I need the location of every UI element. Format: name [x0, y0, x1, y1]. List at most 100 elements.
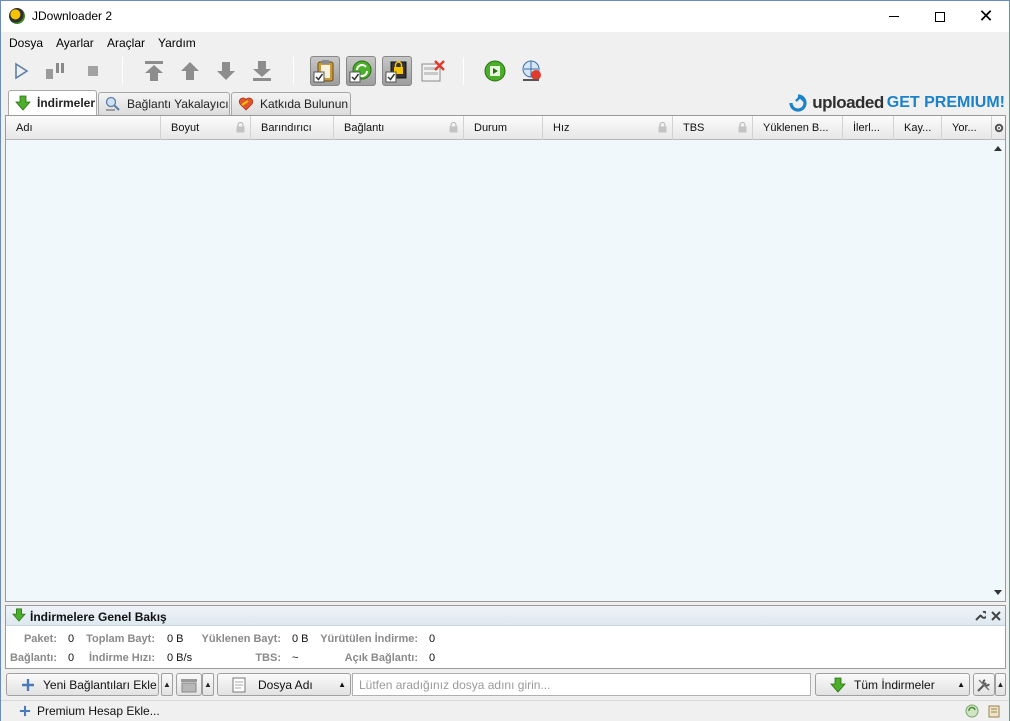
move-top-icon	[145, 61, 163, 81]
play-icon	[15, 62, 29, 80]
menu-dosya[interactable]: Dosya	[9, 36, 43, 50]
clipboard-observer-toggle[interactable]	[310, 56, 340, 86]
add-premium-account-link[interactable]: Premium Hesap Ekle...	[19, 704, 160, 718]
add-account-icon	[19, 705, 31, 717]
overview-label: Paket:	[23, 633, 57, 645]
app-window: JDownloader 2 ✕ Dosya Ayarlar Araçlar Ya…	[0, 0, 1010, 721]
add-new-links-button[interactable]: Yeni Bağlantıları Ekle	[6, 673, 159, 696]
premium-banner[interactable]: uploaded GET PREMIUM!	[787, 92, 1005, 114]
overview-label: Açık Bağlantı:	[344, 652, 418, 664]
column-source[interactable]: Kay...	[894, 116, 942, 140]
bottom-bar: Yeni Bağlantıları Ekle ▲ ▲ Dosya Adı ▲ T…	[1, 671, 1009, 699]
move-down-button[interactable]	[211, 56, 241, 86]
jdownloader-logo-icon	[9, 8, 25, 24]
reconnect-button[interactable]	[516, 56, 546, 86]
tab-contribute[interactable]: Katkıda Bulunun	[231, 92, 351, 115]
trash-icon	[181, 678, 197, 692]
column-status[interactable]: Durum	[464, 116, 543, 140]
add-links-menu-arrow[interactable]: ▲	[161, 673, 173, 696]
toolbar-separator	[122, 57, 123, 85]
view-filter-select[interactable]: Tüm İndirmeler ▲	[815, 673, 970, 696]
add-premium-account-label: Premium Hesap Ekle...	[37, 704, 160, 718]
tab-linkgrabber[interactable]: Bağlantı Yakalayıcı	[98, 92, 230, 115]
minimize-icon	[889, 16, 899, 17]
gear-icon	[994, 123, 1004, 133]
minimize-button[interactable]	[871, 1, 917, 32]
column-comment[interactable]: Yor...	[942, 116, 992, 140]
pause-downloads-button[interactable]	[40, 56, 70, 86]
column-size[interactable]: Boyut	[161, 116, 251, 140]
close-panel-icon[interactable]	[990, 610, 1002, 622]
update-button[interactable]	[480, 56, 510, 86]
reconnect-icon	[522, 60, 541, 81]
pause-icon	[46, 63, 64, 79]
toolbar-separator	[293, 57, 294, 85]
chevron-up-icon: ▲	[338, 680, 346, 689]
move-to-top-button[interactable]	[139, 56, 169, 86]
toolbar-separator	[463, 57, 464, 85]
chevron-up-icon: ▲	[996, 680, 1005, 689]
reconnect-status-icon[interactable]	[965, 704, 979, 718]
overview-label: Bağlantı:	[9, 652, 57, 664]
download-arrow-icon	[830, 677, 846, 693]
column-hoster[interactable]: Barındırıcı	[251, 116, 334, 140]
menu-ayarlar[interactable]: Ayarlar	[56, 36, 94, 50]
window-title: JDownloader 2	[32, 9, 113, 23]
column-progress[interactable]: İlerl...	[843, 116, 894, 140]
stop-downloads-button[interactable]	[78, 56, 108, 86]
scroll-down-icon[interactable]	[994, 590, 1002, 595]
clipboard-status-icon[interactable]	[987, 704, 1001, 718]
close-button[interactable]: ✕	[963, 1, 1009, 32]
toolbar	[1, 54, 1009, 90]
lock-icon	[658, 122, 667, 133]
start-downloads-button[interactable]	[6, 56, 36, 86]
overview-label: Yüklenen Bayt:	[201, 633, 281, 645]
maximize-icon	[935, 11, 945, 22]
menu-yardim[interactable]: Yardım	[158, 36, 196, 50]
chevron-up-icon: ▲	[957, 680, 965, 689]
tools-icon	[977, 678, 990, 692]
wrench-icon[interactable]	[974, 610, 986, 622]
auto-reconnect-toggle[interactable]	[346, 56, 376, 86]
bottom-settings-button[interactable]	[973, 673, 995, 696]
delete-button[interactable]	[176, 673, 202, 696]
column-connection[interactable]: Bağlantı	[334, 116, 464, 140]
overview-label: TBS:	[255, 652, 281, 664]
tab-downloads[interactable]: İndirmeler	[8, 90, 97, 115]
search-input[interactable]	[352, 673, 811, 696]
search-field-label: Dosya Adı	[258, 677, 313, 692]
move-to-bottom-button[interactable]	[247, 56, 277, 86]
premium-toggle-icon	[385, 61, 407, 83]
clean-up-button[interactable]	[418, 56, 448, 86]
column-name[interactable]: Adı	[6, 116, 161, 140]
overview-value: 0 B/s	[167, 652, 193, 664]
move-bottom-icon	[253, 61, 271, 81]
scroll-up-icon[interactable]	[994, 146, 1002, 151]
status-bar: Premium Hesap Ekle...	[1, 700, 1009, 721]
move-up-button[interactable]	[175, 56, 205, 86]
delete-menu-arrow[interactable]: ▲	[202, 673, 214, 696]
file-icon	[232, 677, 246, 692]
clipboard-observer-icon	[313, 60, 334, 83]
chevron-up-icon: ▲	[163, 680, 171, 689]
vertical-scrollbar[interactable]	[992, 140, 1005, 601]
lock-icon	[449, 122, 458, 133]
bottom-settings-menu-arrow[interactable]: ▲	[995, 673, 1006, 696]
download-arrow-icon	[12, 608, 26, 622]
search-field-select[interactable]: Dosya Adı ▲	[217, 673, 351, 696]
maximize-button[interactable]	[917, 1, 963, 32]
overview-label: Yürütülen İndirme:	[320, 633, 418, 645]
overview-label: Toplam Bayt:	[86, 633, 155, 645]
column-settings-button[interactable]	[992, 116, 1005, 140]
column-speed[interactable]: Hız	[543, 116, 673, 140]
menu-araclar[interactable]: Araçlar	[107, 36, 145, 50]
premium-toggle[interactable]	[382, 56, 412, 86]
table-body[interactable]	[6, 140, 992, 601]
move-up-icon	[181, 62, 199, 80]
lock-icon	[738, 122, 747, 133]
downloads-overview-panel: İndirmelere Genel Bakış Paket: 0 Toplam …	[5, 605, 1006, 669]
overview-title: İndirmelere Genel Bakış	[30, 610, 167, 624]
column-loaded-bytes[interactable]: Yüklenen B...	[753, 116, 843, 140]
download-arrow-icon	[15, 95, 31, 111]
column-eta[interactable]: TBS	[673, 116, 753, 140]
